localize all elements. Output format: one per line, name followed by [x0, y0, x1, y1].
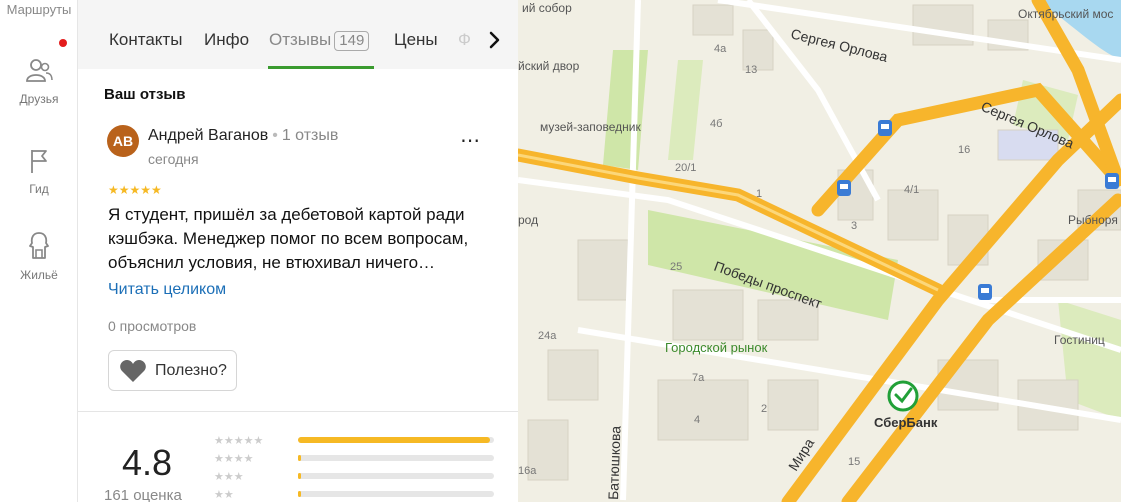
reviews-count-badge: 149: [334, 31, 370, 51]
useful-label: Полезно?: [155, 361, 227, 379]
house-number: 4/1: [904, 184, 919, 196]
review-text: Я студент, пришёл за дебетовой картой ра…: [108, 205, 469, 272]
histogram-fill: [298, 455, 301, 461]
histogram-fill: [298, 473, 301, 479]
park-area: [603, 50, 648, 170]
review-date: сегодня: [148, 151, 199, 167]
views-count: 0 просмотров: [108, 318, 197, 334]
heart-icon: [120, 359, 146, 382]
histogram-bar: [298, 491, 494, 497]
housing-icon: [29, 232, 49, 259]
review-author-line: Андрей Ваганов • 1 отзыв: [148, 127, 338, 145]
histogram-stars: ★★★★★: [214, 435, 264, 447]
histogram-stars: ★★: [214, 489, 234, 501]
map-label-gorod: род: [518, 213, 538, 227]
histogram-bar: [298, 437, 494, 443]
histogram-row-2: ★★: [214, 488, 496, 501]
avatar[interactable]: АВ: [107, 125, 139, 157]
histogram-row-4: ★★★★: [214, 452, 496, 465]
map-view[interactable]: Сергея Орлова Сергея Орлова Победы просп…: [518, 0, 1121, 502]
divider: [78, 411, 518, 412]
chevron-right-icon[interactable]: [484, 30, 506, 50]
house-number: 4б: [710, 118, 722, 130]
street-orlova-top: Сергея Орлова: [789, 25, 889, 65]
house-number: 4а: [714, 43, 727, 55]
house-number: 2: [761, 403, 767, 415]
house-number: 1: [756, 188, 762, 200]
bus-stop-icon[interactable]: [978, 284, 992, 300]
tab-prices[interactable]: Цены: [394, 30, 438, 50]
rail-label-friends: Друзья: [19, 92, 59, 106]
house-number: 4: [694, 414, 700, 426]
map-canvas[interactable]: Сергея Орлова Сергея Орлова Победы просп…: [518, 0, 1121, 502]
sberbank-label[interactable]: СберБанк: [874, 415, 938, 430]
histogram-stars: ★★★★: [214, 453, 254, 465]
histogram-row-5: ★★★★★: [214, 434, 496, 447]
more-options-button[interactable]: ⋯: [460, 128, 481, 153]
house-number: 16а: [518, 465, 537, 477]
flag-icon: [31, 150, 47, 173]
tab-info[interactable]: Инфо: [204, 30, 249, 50]
house-number: 20/1: [675, 162, 696, 174]
map-label-hotel: Гостиниц: [1054, 333, 1105, 347]
active-tab-indicator: [268, 66, 374, 69]
rail-item-guide[interactable]: Гид: [0, 146, 78, 196]
friends-icon: [26, 59, 53, 82]
author-review-count: 1 отзыв: [281, 127, 339, 144]
house-number: 15: [848, 456, 860, 468]
notification-dot: [59, 39, 67, 47]
map-label-museum: музей-заповедник: [540, 120, 641, 134]
review-stars: ★★★★★: [108, 183, 162, 197]
tab-reviews-label: Отзывы: [269, 30, 332, 49]
separator-dot: •: [272, 127, 278, 144]
tab-contacts[interactable]: Контакты: [109, 30, 182, 50]
tab-reviews[interactable]: Отзывы 149: [269, 30, 370, 51]
bus-stop-icon[interactable]: [1105, 173, 1119, 189]
bus-stop-icon[interactable]: [837, 180, 851, 196]
histogram-fill: [298, 491, 301, 497]
histogram-fill: [298, 437, 491, 443]
house-number: 7а: [692, 372, 705, 384]
map-label-market[interactable]: Городской рынок: [665, 340, 768, 355]
histogram-bar: [298, 473, 494, 479]
sberbank-marker[interactable]: [887, 380, 919, 412]
left-rail: Маршруты Друзья Гид Жильё: [0, 0, 78, 502]
house-number: 13: [745, 64, 757, 76]
map-label-bridge: Октябрьский мос: [1018, 7, 1113, 21]
read-more-link[interactable]: Читать целиком: [108, 281, 226, 299]
rail-label-housing: Жильё: [20, 268, 58, 282]
map-label-rybnoryad: Рыбноря: [1068, 213, 1118, 227]
section-title: Ваш отзыв: [104, 86, 186, 103]
rail-item-friends[interactable]: Друзья: [0, 56, 78, 106]
bus-stop-icon[interactable]: [878, 120, 892, 136]
rail-item-housing[interactable]: Жильё: [0, 230, 78, 282]
tab-bar: Контакты Инфо Отзывы 149 Цены Ф: [78, 0, 518, 69]
street-batyushkova: Батюшкова: [605, 425, 624, 500]
park-area: [668, 60, 703, 160]
histogram-row-3: ★★★: [214, 470, 496, 483]
histogram-stars: ★★★: [214, 471, 244, 483]
rating-value: 4.8: [122, 442, 173, 483]
place-panel: Контакты Инфо Отзывы 149 Цены Ф Ваш отзыв…: [78, 0, 518, 502]
house-number: 24а: [538, 330, 557, 342]
histogram-bar: [298, 455, 494, 461]
author-name[interactable]: Андрей Ваганов: [148, 127, 268, 144]
routes-label[interactable]: Маршруты: [0, 2, 78, 17]
rail-label-guide: Гид: [29, 182, 49, 196]
house-number: 25: [670, 261, 682, 273]
rating-count: 161 оценка: [104, 487, 182, 502]
house-number: 3: [851, 220, 857, 232]
map-label-sobor: ий собор: [522, 1, 572, 15]
useful-button[interactable]: Полезно?: [108, 350, 237, 391]
tab-faded[interactable]: Ф: [458, 30, 471, 50]
map-label-dvor: йский двор: [518, 59, 580, 73]
house-number: 16: [958, 144, 970, 156]
